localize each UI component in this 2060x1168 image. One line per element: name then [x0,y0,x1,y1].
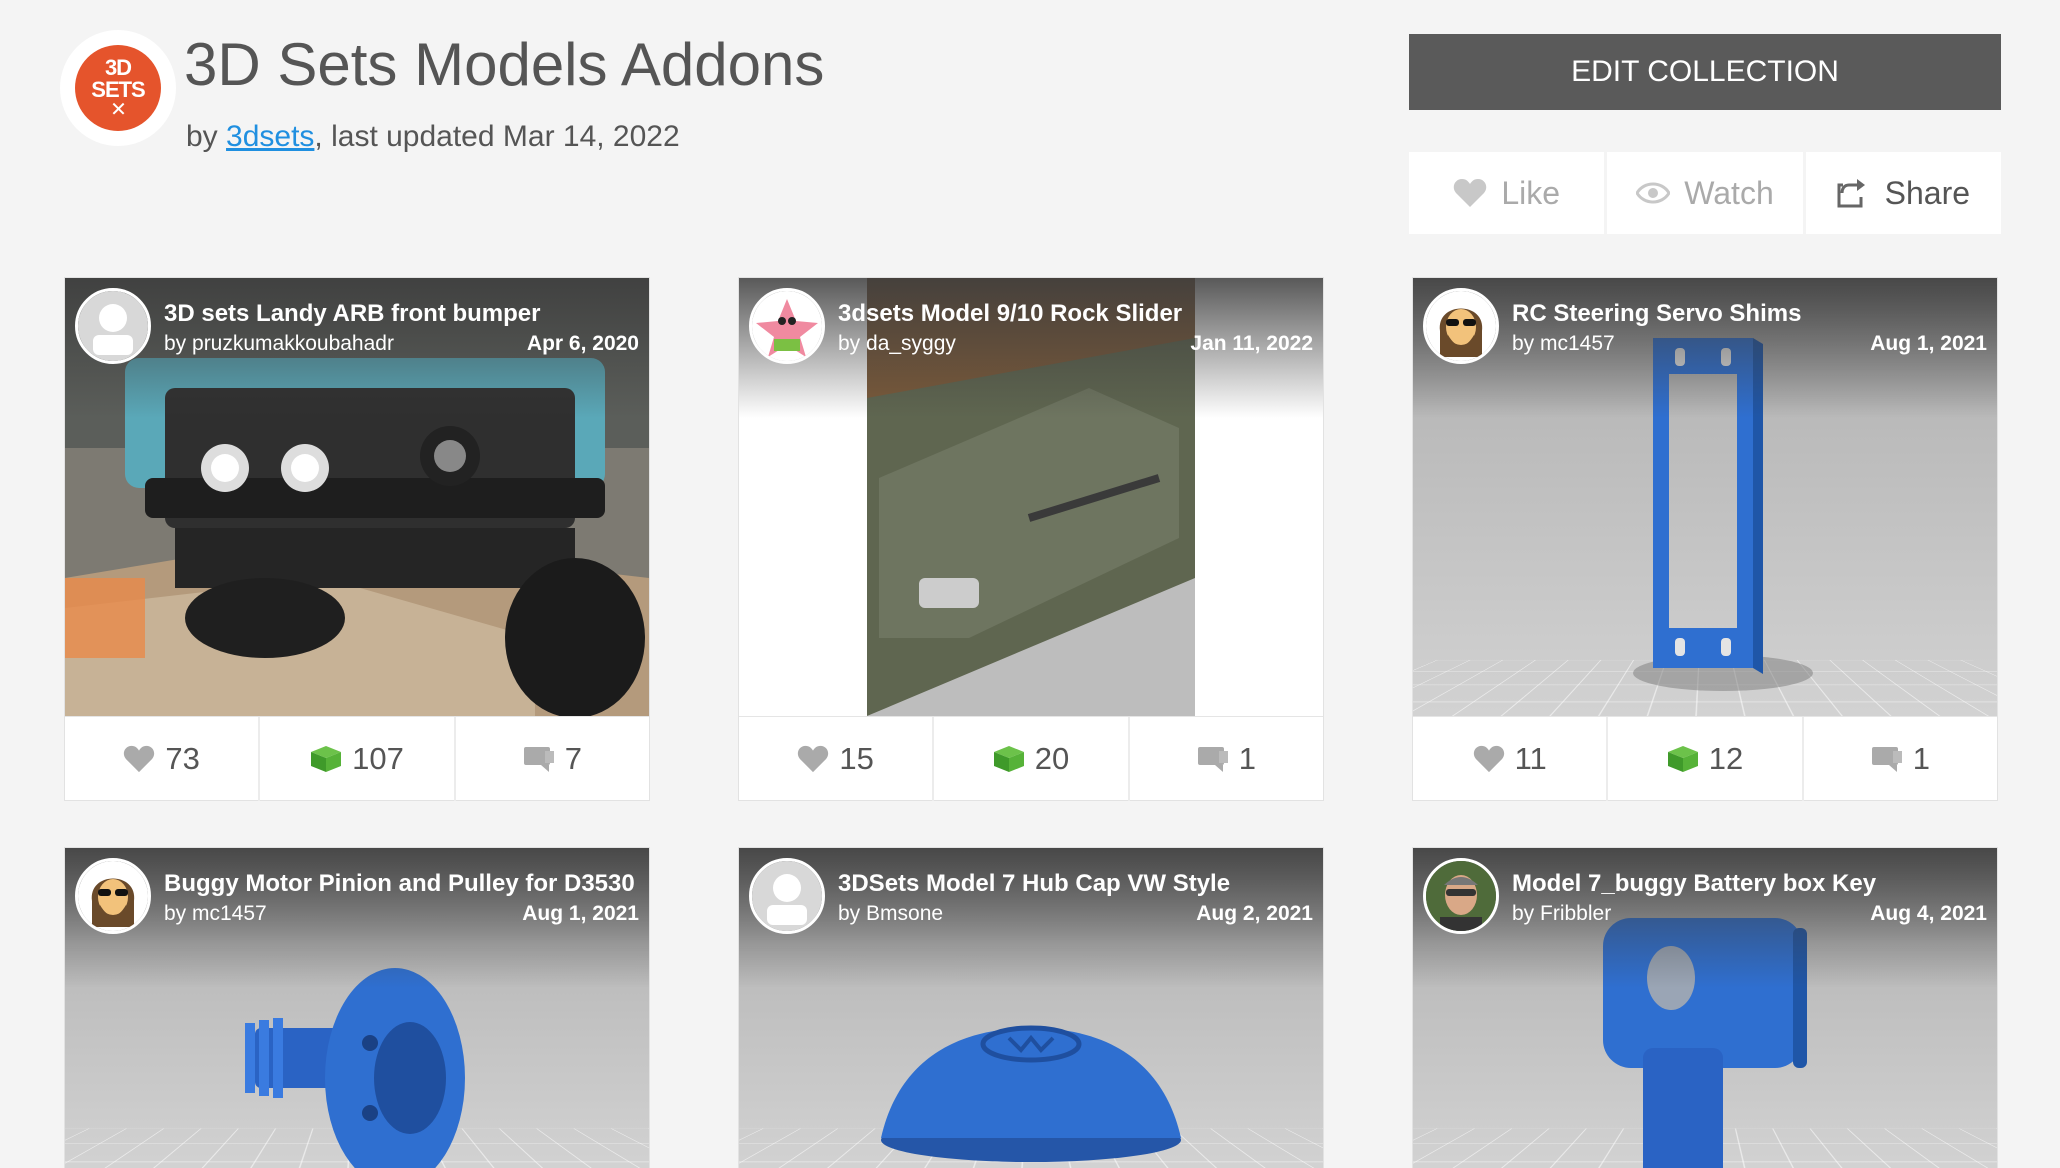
cartoon-starfish-avatar [752,291,822,361]
like-button[interactable]: Like [1409,152,1605,234]
likes-stat[interactable]: 15 [739,717,935,801]
card-author[interactable]: by Fribbler [1512,902,1611,926]
heart-icon [798,745,829,773]
likes-stat[interactable]: 11 [1413,717,1609,801]
card-date: Apr 6, 2020 [526,332,639,355]
comment-icon [1197,747,1228,772]
comments-stat[interactable]: 1 [1130,717,1323,801]
avatar[interactable] [75,858,151,934]
card-date: Aug 1, 2021 [1870,332,1987,355]
cube-icon [1667,746,1698,772]
share-button[interactable]: Share [1805,152,2001,234]
collection-byline: by 3dsets, last updated Mar 14, 2022 [186,120,680,154]
makes-stat[interactable]: 107 [260,717,456,801]
card-thumbnail[interactable]: RC Steering Servo Shims by mc1457 Aug 1,… [1413,278,1997,716]
card-stats: 15 20 1 [739,716,1323,801]
eye-icon [1636,182,1671,204]
collection-card[interactable]: 3dsets Model 9/10 Rock Slider by da_sygg… [739,278,1323,801]
card-author[interactable]: by Bmsone [838,902,943,926]
card-thumbnail[interactable]: Buggy Motor Pinion and Pulley for D3530 … [65,848,649,1168]
heart-icon [124,745,155,773]
card-title[interactable]: 3dsets Model 9/10 Rock Slider [838,300,1182,328]
card-author[interactable]: by pruzkumakkoubahadr [164,332,394,356]
makes-stat[interactable]: 20 [934,717,1130,801]
collection-card[interactable]: Buggy Motor Pinion and Pulley for D3530 … [65,848,649,1168]
card-thumbnail[interactable]: 3DSets Model 7 Hub Cap VW Style by Bmson… [739,848,1323,1168]
last-updated: , last updated Mar 14, 2022 [314,120,680,153]
likes-count: 73 [165,741,200,776]
avatar[interactable] [1423,858,1499,934]
edit-collection-button[interactable]: EDIT COLLECTION [1409,34,2001,110]
likes-count: 15 [839,741,874,776]
card-stats: 11 12 1 [1413,716,1997,801]
avatar[interactable] [75,288,151,364]
comments-count: 1 [1238,741,1256,776]
card-stats: 73 107 7 [65,716,649,801]
logo-text-bottom: ✕ [110,99,127,121]
heart-icon [1473,745,1504,773]
page-title: 3D Sets Models Addons [184,31,825,98]
watch-button[interactable]: Watch [1607,152,1803,234]
card-title[interactable]: Buggy Motor Pinion and Pulley for D3530 [164,870,635,898]
makes-stat[interactable]: 12 [1608,717,1804,801]
byline-prefix: by [186,120,227,153]
share-icon [1837,179,1865,208]
card-thumbnail[interactable]: 3D sets Landy ARB front bumper by pruzku… [65,278,649,716]
collection-card[interactable]: 3DSets Model 7 Hub Cap VW Style by Bmson… [739,848,1323,1168]
default-user-icon [78,291,148,361]
comment-icon [523,747,554,772]
collection-card[interactable]: Model 7_buggy Battery box Key by Fribble… [1413,848,1997,1168]
card-thumbnail[interactable]: Model 7_buggy Battery box Key by Fribble… [1413,848,1997,1168]
avatar[interactable] [749,858,825,934]
default-user-icon [752,861,822,931]
makes-count: 20 [1034,741,1070,776]
makes-count: 107 [352,741,404,776]
card-date: Aug 2, 2021 [1196,902,1313,925]
3dsets-logo-badge: 3D SETS ✕ [75,45,161,131]
collection-logo: 3D SETS ✕ [60,30,176,146]
likes-stat[interactable]: 73 [65,717,261,801]
author-link[interactable]: 3dsets [226,120,314,153]
comments-stat[interactable]: 1 [1804,717,1997,801]
like-label: Like [1501,174,1561,211]
card-author[interactable]: by mc1457 [1512,332,1615,356]
comment-icon [1871,747,1902,772]
cube-icon [993,746,1024,772]
watch-label: Watch [1684,174,1774,211]
avatar[interactable] [1423,288,1499,364]
card-date: Jan 11, 2022 [1190,332,1313,355]
card-title[interactable]: Model 7_buggy Battery box Key [1512,870,1876,898]
logo-text-top: 3D [104,55,132,80]
card-title[interactable]: RC Steering Servo Shims [1512,300,1801,328]
share-label: Share [1884,174,1971,211]
makes-count: 12 [1708,741,1744,776]
heart-icon [1454,179,1487,207]
avatar[interactable] [749,288,825,364]
user-photo-avatar [1426,861,1496,931]
comments-count: 1 [1912,741,1930,776]
bearded-man-avatar [78,861,148,931]
comments-stat[interactable]: 7 [456,717,649,801]
card-date: Aug 4, 2021 [1870,902,1987,925]
collection-actions: Like Watch Share [1409,152,2001,234]
card-date: Aug 1, 2021 [522,902,639,925]
card-thumbnail[interactable]: 3dsets Model 9/10 Rock Slider by da_sygg… [739,278,1323,716]
card-title[interactable]: 3DSets Model 7 Hub Cap VW Style [838,870,1230,898]
card-author[interactable]: by da_syggy [838,332,956,356]
card-title[interactable]: 3D sets Landy ARB front bumper [164,300,541,328]
collection-card[interactable]: RC Steering Servo Shims by mc1457 Aug 1,… [1413,278,1997,801]
logo-text-middle: SETS [91,77,145,102]
card-author[interactable]: by mc1457 [164,902,267,926]
collection-card[interactable]: 3D sets Landy ARB front bumper by pruzku… [65,278,649,801]
cube-icon [311,746,342,772]
bearded-man-avatar [1426,291,1496,361]
likes-count: 11 [1514,741,1547,776]
comments-count: 7 [564,741,582,776]
